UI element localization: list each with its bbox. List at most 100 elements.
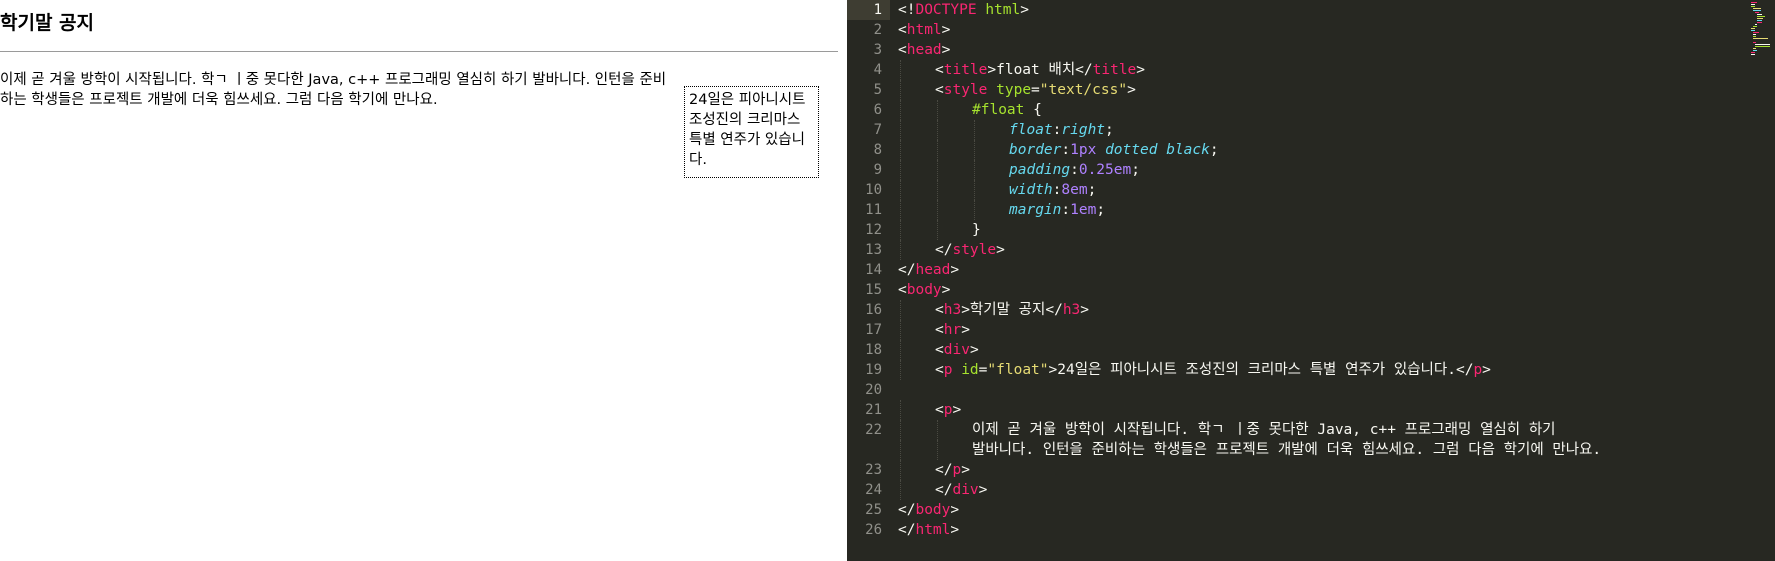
code-token: <: [935, 402, 944, 418]
code-line: <p id="float">24일은 피아니시트 조성진의 크리마스 특별 연주…: [935, 360, 1491, 380]
minimap-line: [1755, 24, 1758, 25]
page-heading: 학기말 공지: [0, 12, 95, 34]
code-token: >: [941, 42, 951, 58]
code-token: ;: [1209, 142, 1219, 158]
line-number: 19: [865, 362, 882, 378]
indent-guide: [937, 180, 938, 200]
code-area[interactable]: <!DOCTYPE html> <html> <head> <title>float …: [898, 0, 1775, 561]
code-token: html: [906, 22, 942, 38]
code-line: #float {: [972, 100, 1042, 120]
code-token: head: [906, 42, 942, 58]
code-token: html: [915, 522, 951, 538]
minimap-line: [1753, 32, 1759, 33]
code-line: 이제 곧 겨울 방학이 시작됩니다. 학ㄱ ㅣ중 못다한 Java, c++ 프…: [972, 420, 1556, 440]
indent-guide: [900, 140, 901, 160]
code-line: border:1px dotted black;: [1009, 140, 1219, 160]
code-token: 1px: [1070, 142, 1097, 158]
code-token: :: [1061, 142, 1071, 158]
code-token: }: [972, 222, 981, 238]
code-token: style: [952, 242, 997, 258]
code-token: >: [961, 322, 970, 338]
line-number: 22: [865, 422, 882, 438]
code-token: padding: [1009, 162, 1071, 178]
code-token: <: [898, 22, 907, 38]
line-number: 2: [873, 22, 882, 38]
code-token: </: [898, 502, 916, 518]
code-token: <: [935, 82, 944, 98]
indent-guide: [937, 120, 938, 140]
code-token: 1em: [1070, 202, 1097, 218]
line-number: 20: [865, 382, 882, 398]
code-editor[interactable]: 1 2 3 4 5 6 7 8 9 10 11 12 13 14 15 16 17 18 19 20 21 22 23 24 2…: [847, 0, 1775, 561]
code-token: p: [1473, 362, 1483, 378]
minimap-line: [1755, 12, 1759, 13]
code-token: >: [978, 482, 988, 498]
line-number: 16: [865, 302, 882, 318]
code-token: dotted: [1105, 142, 1158, 158]
minimap-line: [1751, 30, 1755, 31]
indent-guide: [937, 160, 938, 180]
code-token: border: [1009, 142, 1062, 158]
code-token: 발바니다. 인턴을 준비하는 학생들은 프로젝트 개발에 더욱 힘쓰세요. 그럼…: [972, 442, 1602, 458]
indent-guide: [974, 160, 975, 180]
minimap-line: [1755, 44, 1770, 45]
code-token: html: [985, 2, 1021, 18]
code-line: <h3>학기말 공지</h3>: [935, 300, 1089, 320]
code-token: >: [1136, 62, 1146, 78]
line-number: 11: [865, 202, 882, 218]
indent-guide: [900, 100, 901, 120]
code-token: ;: [1105, 122, 1114, 138]
code-token: body: [915, 502, 951, 518]
minimap-line: [1753, 10, 1761, 11]
code-token: >: [969, 342, 979, 358]
line-number-gutter: 1 2 3 4 5 6 7 8 9 10 11 12 13 14 15 16 17 18 19 20 21 22 23 24 2…: [847, 0, 890, 561]
minimap-line: [1751, 52, 1755, 53]
code-token: 8em: [1061, 182, 1088, 198]
code-token: body: [906, 282, 942, 298]
code-token: </: [935, 242, 953, 258]
code-line: </head>: [898, 260, 959, 280]
code-line: <style type="text/css">: [935, 80, 1136, 100]
code-line: </html>: [898, 520, 959, 540]
minimap-line: [1753, 36, 1757, 37]
code-line: padding:0.25em;: [1009, 160, 1140, 180]
line-number: 12: [865, 222, 882, 238]
minimap-line: [1753, 38, 1768, 39]
code-token: =: [1031, 82, 1040, 98]
indent-guide: [974, 140, 975, 160]
code-token: >: [950, 262, 960, 278]
browser-preview: 학기말 공지 이제 곧 겨울 방학이 시작됩니다. 학ㄱ ㅣ중 못다한 Java…: [0, 0, 847, 561]
code-line: </div>: [935, 480, 987, 500]
code-line: <div>: [935, 340, 979, 360]
minimap-line: [1751, 28, 1755, 29]
indent-guide: [900, 320, 901, 340]
indent-guide: [900, 220, 901, 240]
code-line: margin:1em;: [1009, 200, 1105, 220]
minimap-line: [1757, 16, 1765, 17]
indent-guide: [900, 420, 901, 440]
code-token: #float: [972, 102, 1025, 118]
line-number: 18: [865, 342, 882, 358]
code-token: </: [935, 482, 953, 498]
line-number: 4: [873, 62, 882, 78]
minimap-line: [1751, 4, 1755, 5]
line-number: 14: [865, 262, 882, 278]
code-token: <: [935, 322, 944, 338]
code-token: head: [915, 262, 951, 278]
minimap-line: [1751, 2, 1757, 3]
code-token: <: [935, 302, 944, 318]
code-line: </style>: [935, 240, 1005, 260]
minimap[interactable]: [1749, 0, 1775, 60]
indent-guide: [900, 120, 901, 140]
code-token: >: [1020, 2, 1029, 18]
code-line: </body>: [898, 500, 959, 520]
code-token: title: [943, 62, 988, 78]
code-token: black: [1166, 142, 1210, 158]
indent-guide: [900, 480, 901, 500]
code-token: div: [943, 342, 970, 358]
code-line: <hr>: [935, 320, 970, 340]
indent-guide: [937, 420, 938, 440]
floating-notice-box: 24일은 피아니시트 조성진의 크리마스 특별 연주가 있습니다.: [684, 86, 819, 178]
code-token: title: [1092, 62, 1137, 78]
